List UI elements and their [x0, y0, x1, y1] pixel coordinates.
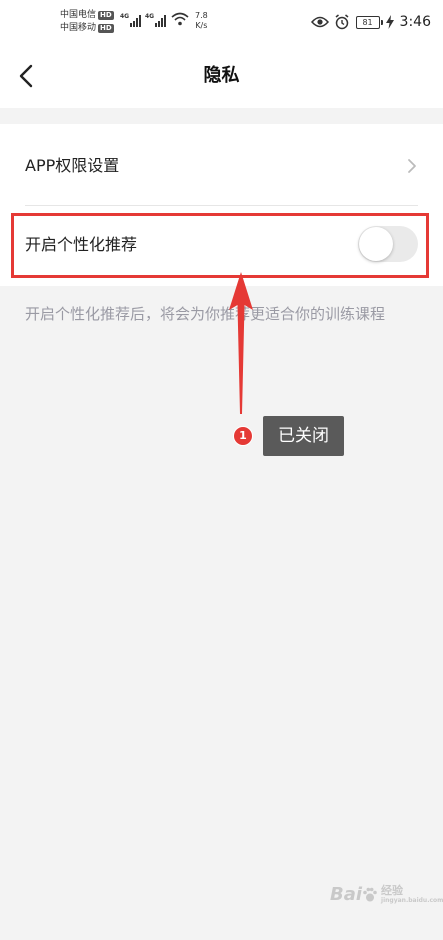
alarm-icon: [335, 14, 349, 30]
signal-2-icon: 4G: [145, 13, 167, 27]
status-right-group: 81 3:46: [310, 12, 431, 32]
watermark-logo-text: Bai: [330, 884, 363, 905]
status-bar: 中国电信 HD 中国移动 HD 4G 4G 7.8 K/s 81 3:46: [0, 0, 443, 44]
watermark-line-2: jingyan.baidu.com: [381, 897, 443, 904]
battery-icon: 81: [355, 15, 383, 29]
annotation-step-badge: 1: [233, 426, 253, 446]
net-speed-unit: K/s: [195, 21, 208, 30]
hd-badge-1: HD: [98, 11, 114, 20]
chevron-right-icon: [408, 159, 416, 173]
paw-icon: [363, 887, 377, 901]
network-speed: 7.8 K/s: [195, 11, 208, 31]
eye-icon: [310, 16, 329, 28]
net-speed-value: 7.8: [195, 11, 208, 20]
charging-bolt-icon: [385, 15, 394, 29]
personalized-recommendation-label: 开启个性化推荐: [25, 235, 138, 254]
toggle-knob: [359, 227, 393, 261]
nav-bar: 隐私: [0, 44, 443, 108]
signal-1-icon: 4G: [120, 13, 142, 27]
carrier-info: 中国电信 HD 中国移动 HD: [60, 9, 114, 35]
back-button[interactable]: [6, 56, 46, 96]
app-permissions-row[interactable]: APP权限设置: [0, 126, 443, 206]
carrier-2-name: 中国移动: [60, 23, 97, 33]
chevron-left-icon: [19, 64, 33, 88]
annotation-arrow-icon: [229, 272, 253, 414]
signal-2-label: 4G: [145, 13, 155, 20]
signal-1-label: 4G: [120, 13, 130, 20]
clock: 3:46: [399, 14, 431, 30]
battery-level: 81: [362, 17, 373, 27]
hd-badge-2: HD: [98, 24, 114, 33]
carrier-1-name: 中国电信: [60, 10, 97, 20]
annotation-callout: 已关闭: [263, 416, 344, 456]
watermark-subtext: 经验 jingyan.baidu.com: [381, 884, 443, 905]
personalized-recommendation-toggle[interactable]: [358, 226, 418, 262]
baidu-watermark: Bai 经验 jingyan.baidu.com: [330, 884, 443, 905]
wifi-icon: [171, 12, 189, 26]
app-permissions-label: APP权限设置: [25, 156, 120, 175]
recommendation-description: 开启个性化推荐后，将会为你推荐更适合你的训练课程: [25, 305, 386, 323]
personalized-recommendation-row: 开启个性化推荐: [0, 206, 443, 286]
settings-card: APP权限设置 开启个性化推荐: [0, 124, 443, 286]
page-title: 隐私: [203, 65, 240, 86]
watermark-line-1: 经验: [381, 884, 404, 897]
